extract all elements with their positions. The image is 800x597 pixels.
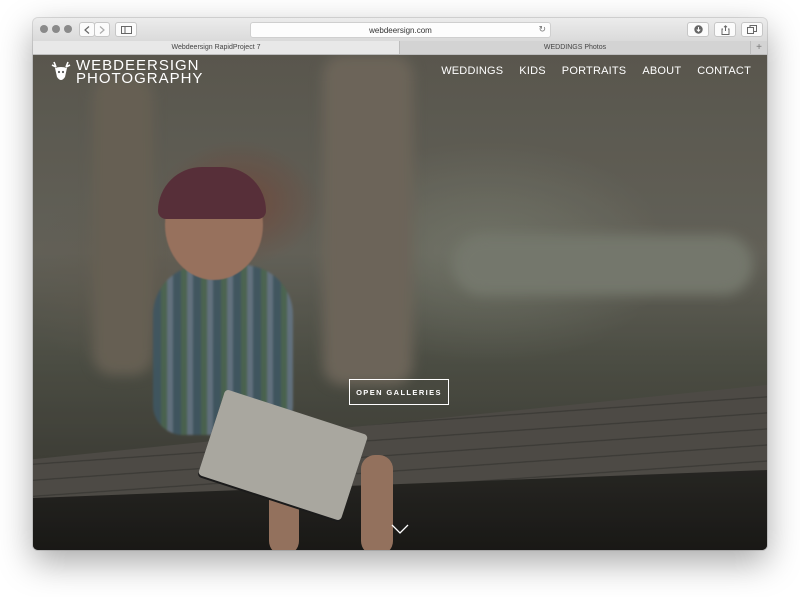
logo-line-2: PHOTOGRAPHY: [76, 70, 204, 87]
tab-bar: Webdeersign RapidProject 7 WEDDINGS Phot…: [33, 41, 767, 55]
sidebar-button[interactable]: [115, 22, 137, 37]
site-logo[interactable]: WEBDEERSIGN PHOTOGRAPHY: [50, 58, 204, 87]
nav-about[interactable]: ABOUT: [642, 65, 681, 77]
tab-webdeersign[interactable]: Webdeersign RapidProject 7: [33, 41, 400, 54]
reload-icon[interactable]: ↻: [538, 24, 546, 35]
nav-portraits[interactable]: PORTRAITS: [562, 65, 627, 77]
tabs-overview-button[interactable]: [741, 22, 763, 37]
image-overlay: [33, 55, 767, 550]
logo-wordmark: WEBDEERSIGN PHOTOGRAPHY: [76, 58, 204, 87]
forward-button[interactable]: [94, 22, 110, 37]
minimize-window-button[interactable]: [52, 25, 60, 33]
hero-section: WEBDEERSIGN PHOTOGRAPHY WEDDINGS KIDS PO…: [33, 55, 767, 550]
sidebar-icon: [120, 25, 132, 34]
zoom-window-button[interactable]: [64, 25, 72, 33]
open-galleries-button[interactable]: OPEN GALLERIES: [349, 379, 449, 405]
share-button[interactable]: [714, 22, 736, 37]
download-icon: [693, 25, 703, 34]
nav-kids[interactable]: KIDS: [519, 65, 545, 77]
chevron-down-icon[interactable]: [391, 523, 409, 535]
tab-label: WEDDINGS Photos: [543, 44, 607, 51]
nav-contact[interactable]: CONTACT: [697, 65, 751, 77]
new-tab-button[interactable]: +: [750, 41, 767, 54]
download-button[interactable]: [687, 22, 709, 37]
back-button[interactable]: [79, 22, 95, 37]
tab-weddings-photos[interactable]: WEDDINGS Photos: [400, 41, 750, 54]
site-navigation: WEDDINGS KIDS PORTRAITS ABOUT CONTACT: [425, 65, 751, 77]
tabs-icon: [747, 25, 757, 34]
address-bar[interactable]: webdeersign.com ↻: [250, 22, 551, 38]
close-window-button[interactable]: [40, 25, 48, 33]
chevron-right-icon: [99, 25, 105, 34]
chevron-left-icon: [84, 25, 90, 34]
tab-label: Webdeersign RapidProject 7: [171, 44, 261, 51]
browser-toolbar: webdeersign.com ↻: [33, 18, 767, 42]
url-text: webdeersign.com: [369, 25, 432, 35]
nav-weddings[interactable]: WEDDINGS: [441, 65, 503, 77]
browser-window: webdeersign.com ↻ Webdeersign RapidProje…: [33, 18, 767, 550]
deer-head-icon: [51, 61, 71, 80]
share-icon: [721, 24, 729, 35]
